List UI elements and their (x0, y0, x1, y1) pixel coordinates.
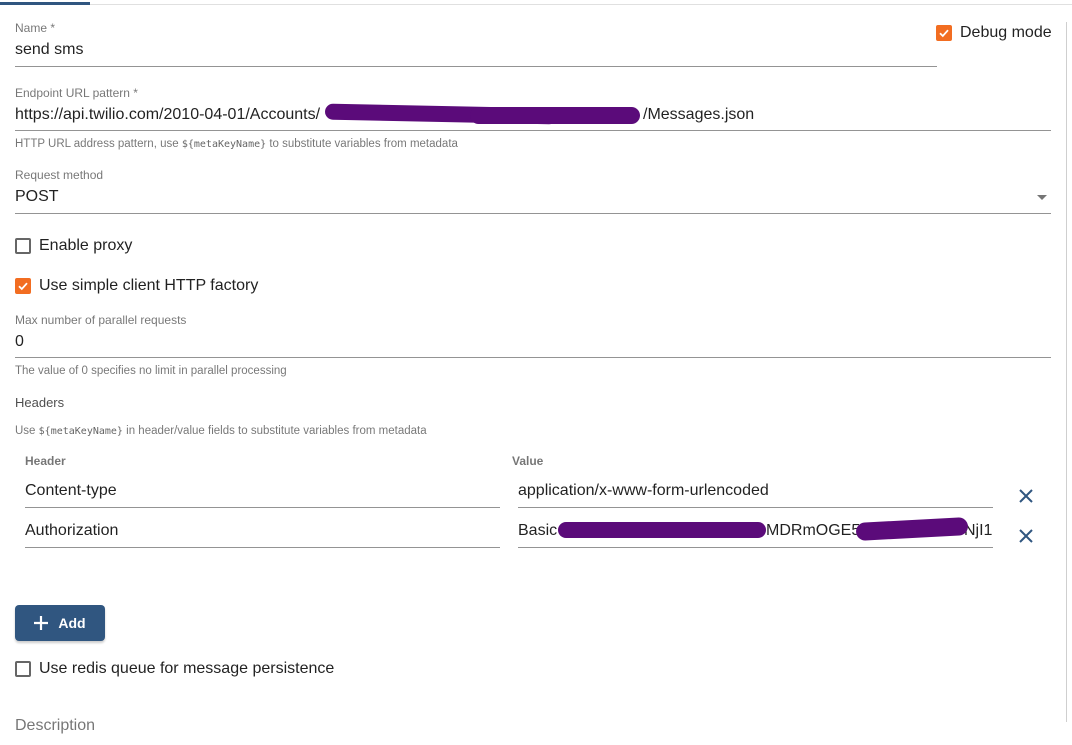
name-input[interactable]: send sms (15, 41, 83, 59)
redis-queue-label: Use redis queue for message persistence (39, 660, 335, 677)
headers-hint: Use ${metaKeyName} in header/value field… (15, 425, 427, 437)
name-underline (15, 66, 937, 67)
add-header-button[interactable]: Add (15, 605, 105, 641)
max-parallel-label: Max number of parallel requests (15, 313, 187, 327)
max-parallel-underline (15, 357, 1051, 358)
dropdown-arrow-icon[interactable] (1037, 195, 1047, 200)
header-name-input[interactable]: Content-type (25, 482, 117, 500)
debug-mode-check-icon (936, 25, 952, 41)
redis-queue-checkbox[interactable]: Use redis queue for message persistence (15, 660, 334, 678)
remove-header-close-icon[interactable] (1016, 486, 1036, 506)
plus-icon (34, 616, 49, 630)
header-name-underline (25, 547, 500, 548)
request-method-select[interactable]: POST (15, 188, 59, 206)
enable-proxy-label: Enable proxy (39, 237, 133, 254)
debug-mode-checkbox[interactable]: Debug mode (936, 24, 1052, 42)
redaction-mark (558, 522, 766, 538)
enable-proxy-checkbox[interactable]: Enable proxy (15, 237, 132, 255)
max-parallel-input[interactable]: 0 (15, 333, 24, 351)
request-method-underline (15, 213, 1051, 214)
max-parallel-hint: The value of 0 specifies no limit in par… (15, 365, 287, 377)
header-value-input[interactable]: application/x-www-form-urlencoded (518, 482, 769, 500)
enable-proxy-box (15, 238, 31, 254)
request-method-label: Request method (15, 168, 104, 182)
header-name-underline (25, 507, 500, 508)
redis-queue-box (15, 661, 31, 677)
auth-value-end: NjI1 (964, 522, 993, 539)
active-tab-indicator (0, 2, 90, 5)
auth-value-start: Basic (518, 522, 558, 539)
endpoint-underline (15, 130, 1051, 131)
header-value-underline (518, 547, 993, 548)
redaction-mark (470, 107, 640, 124)
simple-client-label: Use simple client HTTP factory (39, 277, 259, 294)
headers-title: Headers (15, 395, 65, 410)
value-column-title: Value (512, 454, 544, 468)
simple-client-checkbox[interactable]: Use simple client HTTP factory (15, 277, 258, 295)
header-name-input[interactable]: Authorization (25, 522, 118, 540)
scrollbar-track[interactable] (1066, 22, 1067, 722)
remove-header-close-icon[interactable] (1016, 526, 1036, 546)
description-field[interactable]: Description (15, 717, 95, 735)
top-rule (0, 4, 1072, 5)
header-value-underline (518, 507, 993, 508)
header-column-title: Header (25, 454, 66, 468)
endpoint-value-suffix: /Messages.json (643, 106, 755, 123)
endpoint-label: Endpoint URL pattern * (15, 86, 138, 100)
name-label: Name * (15, 21, 56, 35)
add-button-label: Add (58, 615, 86, 631)
simple-client-check-icon (15, 278, 31, 294)
endpoint-hint: HTTP URL address pattern, use ${metaKeyN… (15, 138, 458, 150)
endpoint-value-prefix: https://api.twilio.com/2010-04-01/Accoun… (15, 106, 321, 123)
debug-mode-label: Debug mode (960, 24, 1052, 41)
